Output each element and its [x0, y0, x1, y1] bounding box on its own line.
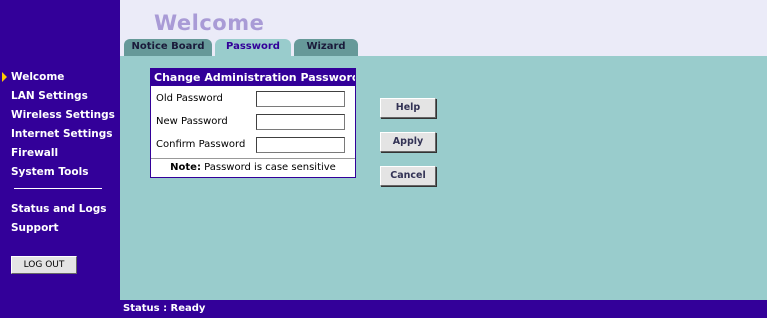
logout-button[interactable]: LOG OUT: [11, 256, 77, 274]
main-content: Change Administration Password Old Passw…: [120, 56, 767, 300]
panel-divider: [151, 158, 355, 159]
sidebar-item-firewall[interactable]: Firewall: [11, 147, 58, 159]
password-note: Note: Password is case sensitive: [151, 162, 355, 173]
help-button[interactable]: Help: [380, 98, 436, 118]
sidebar: Welcome LAN Settings Wireless Settings I…: [0, 0, 120, 318]
apply-button[interactable]: Apply: [380, 132, 436, 152]
old-password-input[interactable]: [256, 91, 345, 107]
tab-notice-board[interactable]: Notice Board: [124, 39, 212, 56]
cancel-button[interactable]: Cancel: [380, 166, 436, 186]
sidebar-item-status-and-logs[interactable]: Status and Logs: [11, 203, 106, 215]
tab-wizard[interactable]: Wizard: [294, 39, 358, 56]
change-password-panel: Change Administration Password Old Passw…: [150, 68, 356, 178]
confirm-password-row: Confirm Password: [156, 137, 351, 155]
confirm-password-input[interactable]: [256, 137, 345, 153]
active-item-arrow-icon: [2, 72, 7, 82]
page-title: Welcome: [154, 11, 265, 35]
old-password-label: Old Password: [156, 93, 223, 104]
new-password-label: New Password: [156, 116, 228, 127]
sidebar-item-welcome[interactable]: Welcome: [11, 71, 64, 83]
sidebar-item-internet-settings[interactable]: Internet Settings: [11, 128, 113, 140]
status-bar: Status : Ready: [120, 300, 767, 318]
old-password-row: Old Password: [156, 91, 351, 109]
sidebar-item-wireless-settings[interactable]: Wireless Settings: [11, 109, 115, 121]
tab-password[interactable]: Password: [215, 39, 291, 56]
panel-title: Change Administration Password: [151, 69, 355, 86]
confirm-password-label: Confirm Password: [156, 139, 246, 150]
sidebar-item-system-tools[interactable]: System Tools: [11, 166, 88, 178]
sidebar-item-support[interactable]: Support: [11, 222, 58, 234]
sidebar-divider: [14, 188, 102, 189]
new-password-input[interactable]: [256, 114, 345, 130]
new-password-row: New Password: [156, 114, 351, 132]
sidebar-item-lan-settings[interactable]: LAN Settings: [11, 90, 88, 102]
status-text: Status : Ready: [123, 303, 206, 314]
note-prefix: Note:: [170, 162, 201, 173]
note-text: Password is case sensitive: [204, 162, 336, 173]
header: Welcome Notice Board Password Wizard: [120, 0, 767, 56]
